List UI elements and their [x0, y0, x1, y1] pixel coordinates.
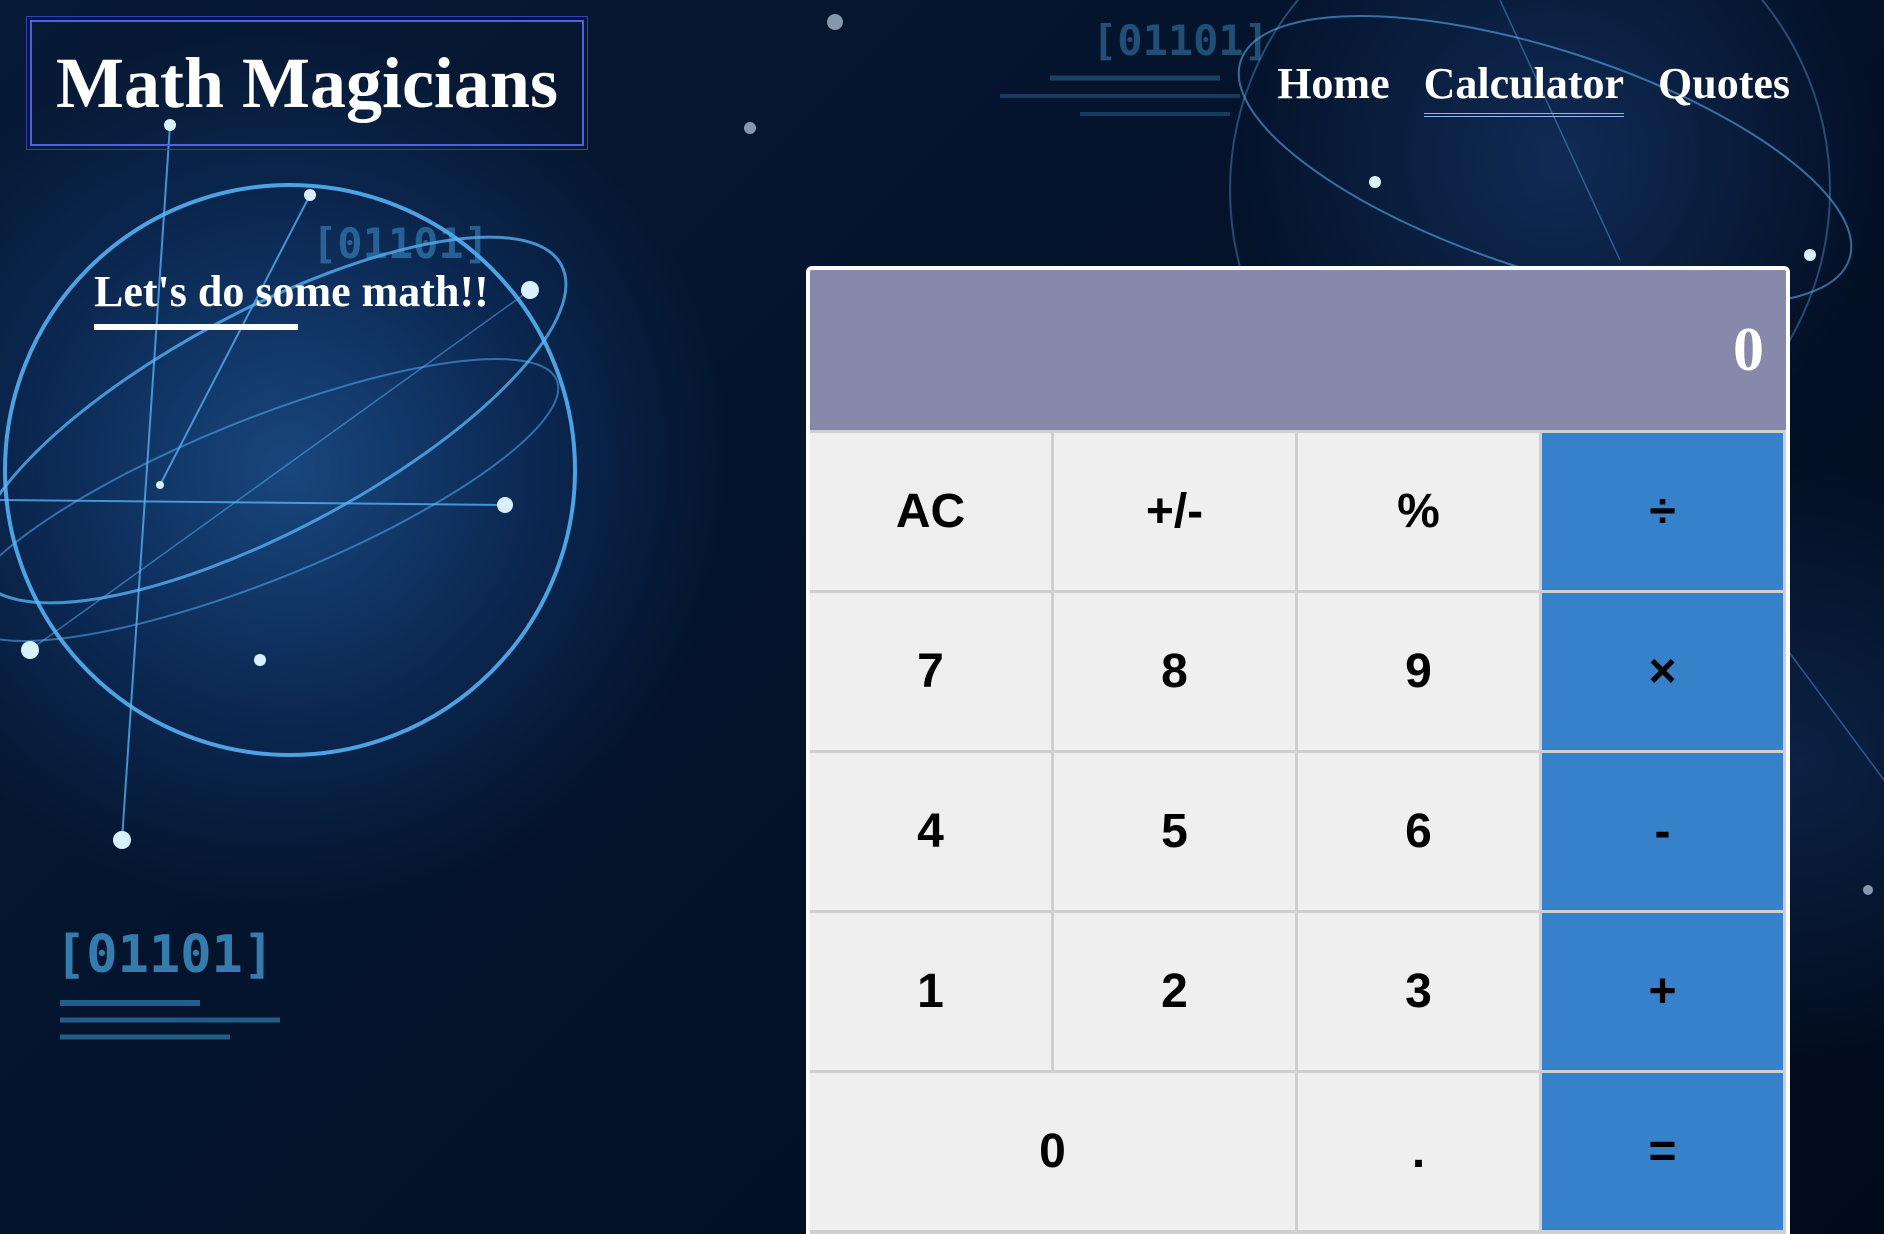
key-7[interactable]: 7	[810, 593, 1051, 750]
key-4[interactable]: 4	[810, 753, 1051, 910]
calculator-display: 0	[810, 270, 1786, 430]
tagline-underline	[94, 324, 298, 330]
key-0[interactable]: 0	[810, 1073, 1295, 1230]
key-8[interactable]: 8	[1054, 593, 1295, 750]
key-plus-minus[interactable]: +/-	[1054, 433, 1295, 590]
key-9[interactable]: 9	[1298, 593, 1539, 750]
calculator: 0 AC +/- % ÷ 7 8 9 × 4 5 6 - 1 2 3 + 0 .…	[806, 266, 1790, 1234]
binary-text-decor: [01101]	[1092, 16, 1269, 65]
key-equals[interactable]: =	[1542, 1073, 1783, 1230]
display-value: 0	[1733, 315, 1764, 384]
key-divide[interactable]: ÷	[1542, 433, 1783, 590]
tagline: Let's do some math!!	[94, 267, 489, 316]
key-5[interactable]: 5	[1054, 753, 1295, 910]
key-3[interactable]: 3	[1298, 913, 1539, 1070]
nav-link-quotes[interactable]: Quotes	[1658, 58, 1790, 117]
calculator-keypad: AC +/- % ÷ 7 8 9 × 4 5 6 - 1 2 3 + 0 . =	[810, 430, 1786, 1230]
key-1[interactable]: 1	[810, 913, 1051, 1070]
logo-box: Math Magicians	[26, 16, 588, 150]
key-percent[interactable]: %	[1298, 433, 1539, 590]
app-title: Math Magicians	[56, 43, 558, 123]
key-add[interactable]: +	[1542, 913, 1783, 1070]
nav-link-home[interactable]: Home	[1277, 58, 1389, 117]
key-ac[interactable]: AC	[810, 433, 1051, 590]
binary-text-decor: [01101]	[312, 219, 489, 268]
binary-text-decor: [01101]	[55, 925, 274, 985]
key-decimal[interactable]: .	[1298, 1073, 1539, 1230]
key-subtract[interactable]: -	[1542, 753, 1783, 910]
key-multiply[interactable]: ×	[1542, 593, 1783, 750]
key-6[interactable]: 6	[1298, 753, 1539, 910]
main-nav: Home Calculator Quotes	[1277, 58, 1790, 117]
key-2[interactable]: 2	[1054, 913, 1295, 1070]
nav-link-calculator[interactable]: Calculator	[1423, 58, 1624, 117]
